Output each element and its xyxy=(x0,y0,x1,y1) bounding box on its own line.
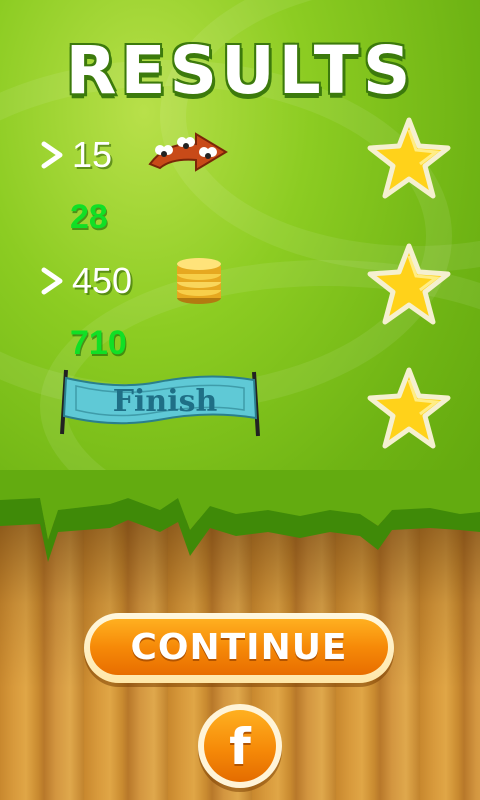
flies-count: 15 xyxy=(72,134,113,175)
star-icon xyxy=(367,243,451,325)
star-icon xyxy=(367,367,451,449)
star-icon xyxy=(367,117,451,199)
chevron-right-icon xyxy=(41,141,63,169)
flies-bonus: 28 xyxy=(70,198,108,236)
coin-stack-icon xyxy=(177,258,221,304)
facebook-share-button[interactable]: f xyxy=(198,704,282,788)
continue-button[interactable]: CONTINUE xyxy=(84,613,394,683)
continue-button-face[interactable]: CONTINUE xyxy=(90,619,388,675)
continue-button-label: CONTINUE xyxy=(130,626,348,668)
grass-edge xyxy=(0,470,480,562)
coins-count: 450 xyxy=(72,260,133,301)
finish-banner-label: Finish xyxy=(112,384,218,419)
chevron-right-icon xyxy=(41,267,63,295)
results-title: RESULTS xyxy=(65,32,415,109)
facebook-icon: f xyxy=(229,718,251,776)
facebook-button-face[interactable]: f xyxy=(204,710,276,782)
coins-bonus: 710 xyxy=(70,324,127,362)
results-screen: RESULTS 15 28 450 710 Finish CONTINUE f xyxy=(0,0,480,800)
fly-arrow-icon xyxy=(148,132,228,172)
